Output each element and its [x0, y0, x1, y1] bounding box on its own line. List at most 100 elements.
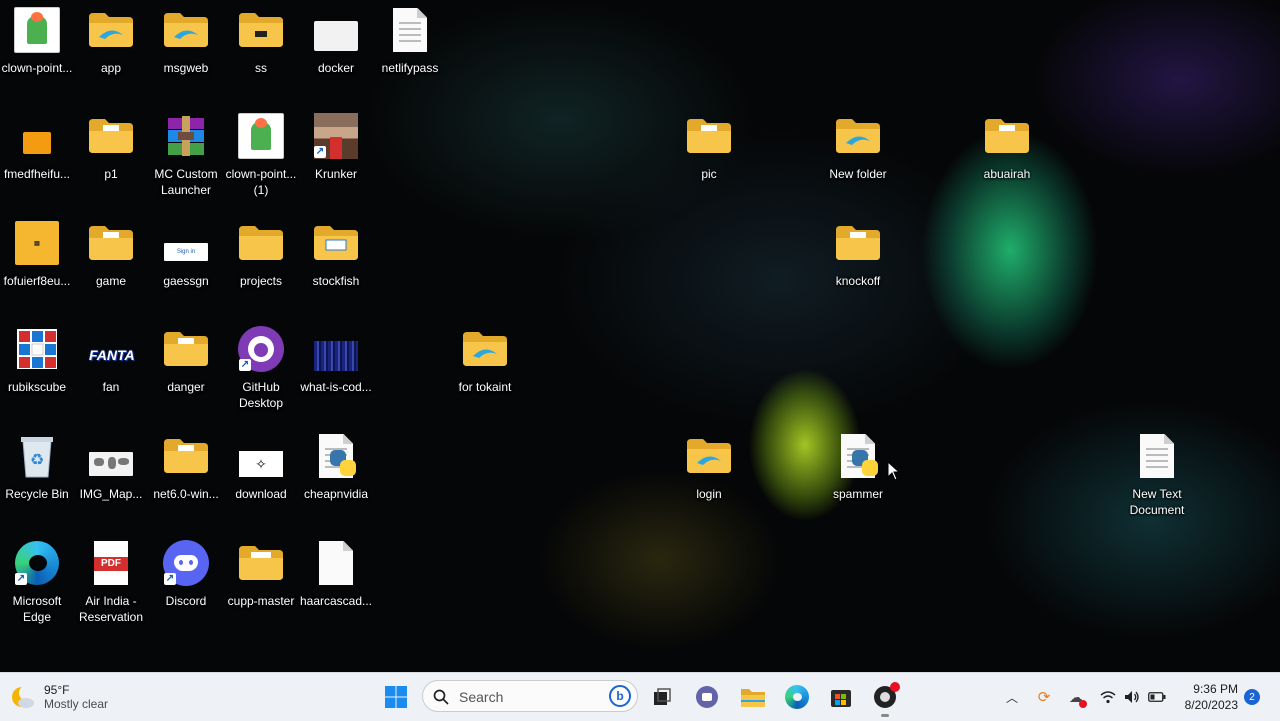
desktop-icon-rubikscube[interactable]: rubikscube [0, 325, 74, 395]
icon-label: New Text Document [1129, 487, 1185, 517]
image-file-icon: ✧ [239, 451, 283, 477]
chevron-up-icon: ︿ [1005, 690, 1018, 705]
desktop-icon-microsoft-edge[interactable]: ↗ Microsoft Edge [0, 539, 74, 625]
shortcut-arrow-icon: ↗ [164, 573, 176, 585]
volume-button[interactable] [1122, 673, 1142, 721]
desktop-icon-spammer[interactable]: spammer [821, 432, 895, 502]
folder-icon [89, 119, 133, 153]
icon-label: stockfish [312, 274, 360, 288]
start-button[interactable] [378, 673, 414, 721]
desktop-icon-img-map[interactable]: IMG_Map... [74, 432, 148, 502]
show-hidden-icons-button[interactable]: ︿ [1002, 673, 1022, 721]
task-view-icon [654, 688, 671, 705]
winrar-icon [168, 116, 204, 156]
desktop-icon-p1[interactable]: p1 [74, 112, 148, 182]
chat-icon [696, 686, 718, 708]
mouse-cursor-icon [887, 461, 901, 481]
wifi-button[interactable] [1098, 673, 1118, 721]
desktop-icon-for-tokaint[interactable]: for tokaint [448, 325, 522, 395]
notification-center-button[interactable]: 2 [1242, 673, 1262, 721]
desktop-icon-github-desktop[interactable]: ↗ GitHub Desktop [224, 325, 298, 411]
icon-label: haarcascad... [299, 594, 373, 608]
desktop-icon-danger[interactable]: danger [149, 325, 223, 395]
battery-button[interactable] [1146, 673, 1168, 721]
store-icon [831, 690, 851, 707]
icon-label: pic [701, 167, 717, 181]
tray-security-button[interactable]: ☁ [1064, 673, 1088, 721]
desktop-icon-app[interactable]: app [74, 6, 148, 76]
desktop-icon-pic[interactable]: pic [672, 112, 746, 182]
desktop-icon-discord[interactable]: ↗ Discord [149, 539, 223, 609]
icon-label: app [100, 61, 122, 75]
icon-label: Recycle Bin [5, 487, 69, 501]
search-placeholder: Search [459, 689, 504, 705]
desktop-icon-air-india[interactable]: PDF Air India - Reservation [74, 539, 148, 625]
icon-label: fan [102, 380, 120, 394]
desktop-icon-abuairah[interactable]: abuairah [970, 112, 1044, 182]
desktop-icon-new-folder[interactable]: New folder [821, 112, 895, 182]
desktop-icon-knockoff[interactable]: knockoff [821, 219, 895, 289]
battery-icon [1148, 692, 1166, 702]
desktop-icon-ss[interactable]: ss [224, 6, 298, 76]
desktop-icon-net6[interactable]: net6.0-win... [149, 432, 223, 502]
folder-icon [985, 119, 1029, 153]
desktop-icon-projects[interactable]: projects [224, 219, 298, 289]
desktop-icon-cheapnvidia[interactable]: cheapnvidia [299, 432, 373, 502]
desktop-icon-new-text-document[interactable]: New Text Document [1120, 432, 1194, 518]
icon-label: cupp-master [227, 594, 295, 608]
clock-time: 9:36 PM [1193, 682, 1238, 696]
folder-icon [687, 119, 731, 153]
taskbar-search-box[interactable]: Search b [422, 680, 638, 712]
desktop-icon-mc-custom-launcher[interactable]: MC Custom Launcher [149, 112, 223, 198]
desktop-icon-fan[interactable]: FANTA fan [74, 325, 148, 395]
edge-taskbar-button[interactable] [780, 673, 814, 721]
file-explorer-button[interactable] [735, 673, 771, 721]
desktop-icon-fofuierf8eu[interactable]: ▤ fofuierf8eu... [0, 219, 74, 289]
folder-icon [836, 226, 880, 260]
speaker-icon [1125, 691, 1139, 703]
icon-label: fmedfheifu... [3, 167, 71, 181]
python-icon [330, 450, 356, 476]
app-taskbar-button[interactable] [868, 673, 902, 721]
folder-icon [239, 226, 283, 260]
desktop-icon-netlifypass[interactable]: netlifypass [373, 6, 447, 76]
world-map-icon [89, 452, 133, 476]
desktop-icon-fmedfheifu[interactable]: fmedfheifu... [0, 112, 74, 182]
desktop-icon-docker[interactable]: docker [299, 6, 373, 76]
folder-icon [687, 439, 731, 473]
folder-icon [164, 439, 208, 473]
icon-label: cheapnvidia [303, 487, 369, 501]
icon-label: New folder [829, 167, 887, 181]
weather-widget[interactable]: 95°F Mostly clear [10, 673, 120, 721]
desktop-icon-msgweb[interactable]: msgweb [149, 6, 223, 76]
bing-chat-icon[interactable]: b [609, 685, 631, 707]
desktop-icon-stockfish[interactable]: stockfish [299, 219, 373, 289]
folder-icon [89, 13, 133, 47]
desktop-icon-clown-pointer-1[interactable]: clown-point... (1) [224, 112, 298, 198]
desktop-icon-gaessgn[interactable]: Sign in gaessgn [149, 219, 223, 289]
clock-button[interactable]: 9:36 PM 8/20/2023 [1172, 673, 1238, 721]
desktop-icon-what-is-code[interactable]: what-is-cod... [299, 325, 373, 395]
task-view-button[interactable] [645, 673, 679, 721]
desktop-icon-download[interactable]: ✧ download [224, 432, 298, 502]
icon-label: docker [317, 61, 355, 75]
desktop[interactable]: clown-point... fmedfheifu... ▤ fofuierf8… [0, 0, 1280, 672]
desktop-icon-game[interactable]: game [74, 219, 148, 289]
tray-sync-button[interactable]: ⟳ [1032, 673, 1056, 721]
desktop-icon-clown-pointer[interactable]: clown-point... [0, 6, 74, 76]
desktop-icon-login[interactable]: login [672, 432, 746, 502]
teams-chat-button[interactable] [690, 673, 724, 721]
desktop-icon-recycle-bin[interactable]: ♻ Recycle Bin [0, 432, 74, 502]
icon-label: danger [167, 380, 205, 394]
fanta-logo-icon: FANTA [89, 347, 135, 363]
icon-label: rubikscube [7, 380, 67, 394]
desktop-icon-krunker[interactable]: ↗ Krunker [299, 112, 373, 182]
desktop-icon-haarcascade[interactable]: haarcascad... [299, 539, 373, 609]
weather-description: Mostly clear [44, 697, 109, 711]
image-file-icon [314, 341, 358, 371]
icon-label: IMG_Map... [79, 487, 143, 501]
folder-icon [836, 119, 880, 153]
microsoft-store-button[interactable] [824, 673, 858, 721]
app-icon [874, 682, 900, 708]
desktop-icon-cupp-master[interactable]: cupp-master [224, 539, 298, 609]
